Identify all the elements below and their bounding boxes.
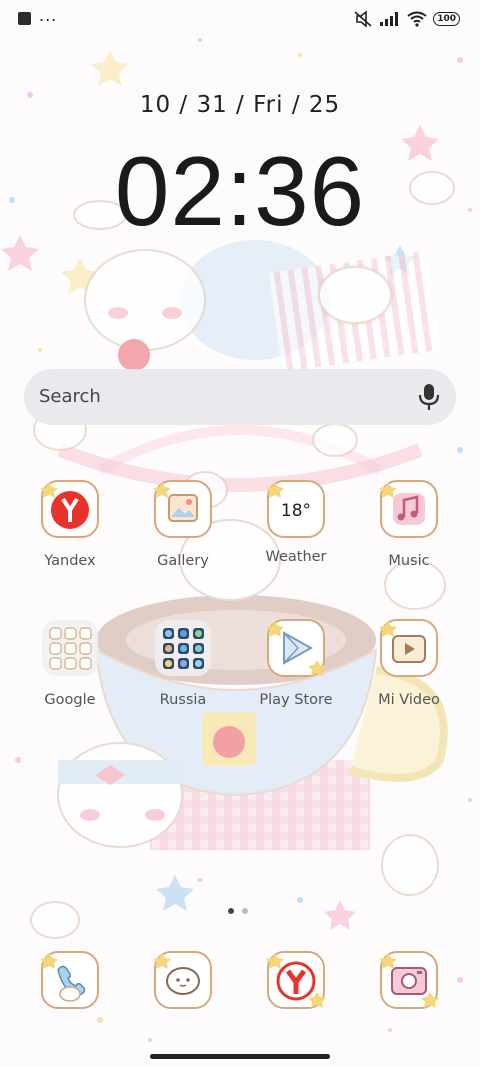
status-bar: ... 100 <box>0 0 480 44</box>
page-indicator <box>228 908 248 914</box>
folder-google[interactable]: Google <box>20 618 120 708</box>
app-label-weather: Weather <box>265 549 327 565</box>
gallery-icon <box>153 480 212 538</box>
more-notifications-icon: ... <box>39 5 58 25</box>
app-play-store[interactable]: Play Store <box>246 618 346 708</box>
app-gallery[interactable]: Gallery <box>133 479 233 569</box>
app-label-google: Google <box>44 692 96 708</box>
page-dot[interactable] <box>242 908 248 914</box>
mi-video-icon <box>379 619 438 677</box>
date-text: 10 / 31 / Fri / 25 <box>139 92 341 118</box>
play-store-icon <box>266 619 326 677</box>
app-label-music: Music <box>388 553 430 569</box>
app-label-gallery: Gallery <box>157 553 209 569</box>
dock-phone[interactable] <box>20 950 120 1014</box>
camera-icon <box>379 951 439 1009</box>
silent-icon <box>354 10 372 28</box>
app-mi-video[interactable]: Mi Video <box>359 618 459 708</box>
music-icon <box>379 480 438 538</box>
google-folder-icon <box>42 620 98 676</box>
app-label-russia: Russia <box>159 692 207 708</box>
app-weather[interactable]: 18° Weather <box>246 479 346 565</box>
dock-messages[interactable] <box>133 950 233 1014</box>
search-placeholder: Search <box>39 386 101 407</box>
app-music[interactable]: Music <box>359 479 459 569</box>
search-bar[interactable]: Search <box>24 369 456 425</box>
messages-icon <box>153 951 212 1009</box>
mic-icon[interactable] <box>418 382 440 412</box>
weather-temperature: 18° <box>280 501 312 521</box>
app-label-mi-video: Mi Video <box>378 692 440 708</box>
folder-russia[interactable]: Russia <box>133 618 233 708</box>
phone-icon <box>40 951 99 1009</box>
wifi-icon <box>407 11 427 27</box>
app-label-play-store: Play Store <box>259 692 333 708</box>
russia-folder-icon <box>155 620 211 676</box>
signal-icon <box>380 12 399 26</box>
battery-indicator: 100 <box>433 12 460 26</box>
app-label-yandex: Yandex <box>44 553 96 569</box>
app-yandex[interactable]: Yandex <box>20 479 120 569</box>
yandex-icon <box>40 480 99 538</box>
notification-icon <box>18 12 31 25</box>
yandex-browser-icon <box>266 951 326 1009</box>
page-dot-active[interactable] <box>228 908 234 914</box>
home-indicator[interactable] <box>150 1054 330 1059</box>
dock-camera[interactable] <box>359 950 459 1014</box>
weather-icon: 18° <box>266 479 326 539</box>
clock-widget[interactable]: 02:36 <box>0 135 480 248</box>
dock-yandex-browser[interactable] <box>246 950 346 1014</box>
